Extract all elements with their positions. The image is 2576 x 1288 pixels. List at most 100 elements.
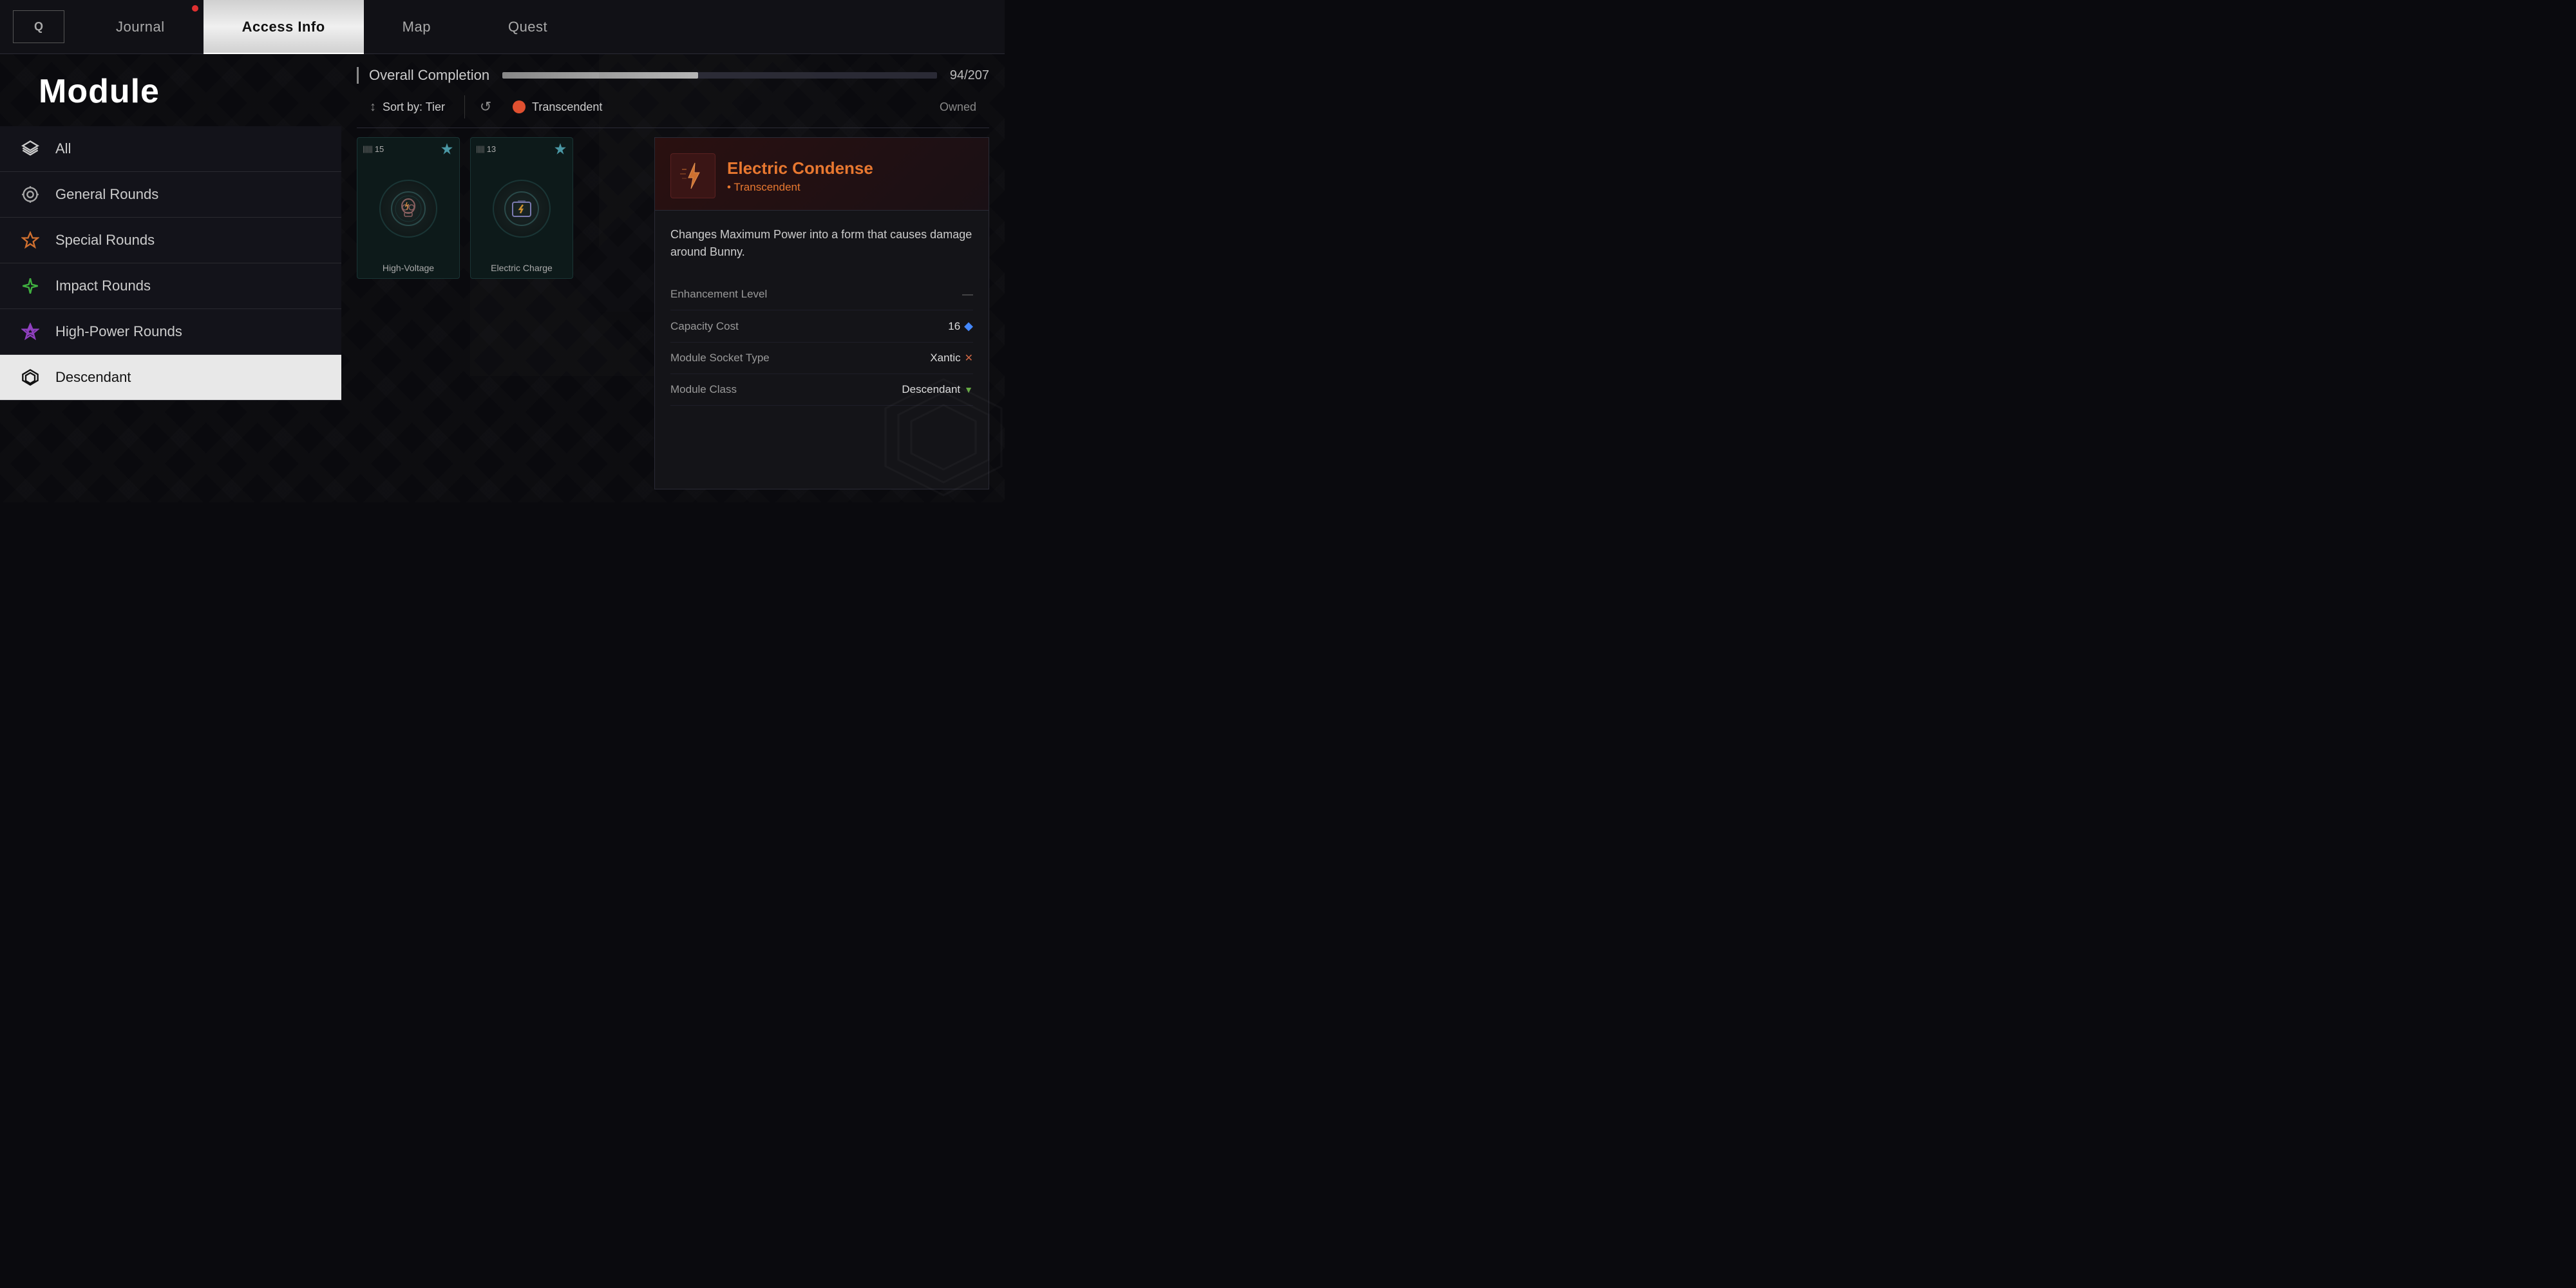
owned-filter-label: Owned [940, 100, 976, 113]
tier-icon-high-voltage [440, 142, 454, 156]
detail-header: Electric Condense Transcendent [655, 138, 989, 211]
highpower-rounds-icon [19, 321, 41, 343]
tab-quest[interactable]: Quest [469, 0, 586, 53]
nav-tabs: Journal Access Info Map Quest [77, 0, 1005, 53]
journal-notification-dot [192, 5, 198, 12]
card-header-high-voltage: ||||||| 15 [357, 138, 459, 160]
detail-body: Changes Maximum Power into a form that c… [655, 211, 989, 489]
detail-title: Electric Condense [727, 158, 973, 178]
module-card-high-voltage[interactable]: ||||||| 15 [357, 137, 460, 279]
tier-icon-electric-charge [553, 142, 567, 156]
sidebar-all-label: All [55, 140, 71, 157]
sort-text: Sort by: Tier [383, 100, 445, 114]
tab-access-info[interactable]: Access Info [204, 0, 364, 53]
module-card-electric-charge[interactable]: |||||| 13 [470, 137, 573, 279]
capacity-cost-value: 16 ◆ [948, 319, 973, 333]
completion-section: Overall Completion 94/207 [357, 67, 989, 84]
module-class-label: Module Class [670, 383, 737, 396]
sidebar-item-high-power-rounds[interactable]: High-Power Rounds [0, 309, 341, 355]
journal-tab-label: Journal [116, 19, 165, 35]
completion-bar-fill [502, 72, 698, 79]
detail-description: Changes Maximum Power into a form that c… [670, 226, 973, 261]
sidebar-item-all[interactable]: All [0, 126, 341, 172]
main-content: Module All [0, 54, 1005, 502]
content-inner: Overall Completion 94/207 ↕ Sort by: Tie… [341, 54, 1005, 502]
card-name-electric-charge: Electric Charge [486, 258, 558, 278]
sidebar-item-general-rounds[interactable]: General Rounds [0, 172, 341, 218]
sort-icon: ↕ [370, 100, 376, 115]
card-level-electric-charge: |||||| 13 [476, 144, 496, 154]
reset-icon: ↺ [480, 99, 491, 115]
q-button[interactable]: Q [13, 10, 64, 43]
card-art-electric-charge [471, 160, 573, 258]
capacity-cost-label: Capacity Cost [670, 320, 739, 333]
level-number-2: 13 [487, 144, 496, 154]
level-bars-icon: ||||||| [363, 144, 372, 153]
class-arrow-icon: ▼ [964, 384, 973, 395]
navigation-bar: Q Journal Access Info Map Quest [0, 0, 1005, 54]
level-bars-icon-2: |||||| [476, 144, 484, 153]
reset-button[interactable]: ↺ [471, 93, 500, 121]
card-header-electric-charge: |||||| 13 [471, 138, 573, 160]
detail-panel: Electric Condense Transcendent Changes M… [654, 137, 989, 489]
transcendent-filter-label: Transcendent [532, 100, 602, 114]
sort-button[interactable]: ↕ Sort by: Tier [357, 93, 458, 121]
stat-row-socket: Module Socket Type Xantic ✕ [670, 343, 973, 374]
detail-stats: Enhancement Level — Capacity Cost 16 ◆ [670, 279, 973, 406]
level-number: 15 [375, 144, 384, 154]
enhancement-level-value: — [962, 288, 973, 301]
map-tab-label: Map [402, 19, 431, 35]
page-title: Module [0, 54, 341, 124]
sidebar-special-rounds-label: Special Rounds [55, 232, 155, 249]
capacity-drop-icon: ◆ [964, 319, 973, 333]
sidebar-menu: All General Rounds [0, 126, 341, 401]
completion-bar [502, 72, 937, 79]
socket-type-label: Module Socket Type [670, 352, 770, 365]
socket-type-value: Xantic ✕ [930, 352, 973, 365]
card-art-high-voltage [357, 160, 459, 258]
layers-icon [19, 138, 41, 160]
sidebar-item-descendant[interactable]: Descendant [0, 355, 341, 401]
cards-and-detail: ||||||| 15 [357, 137, 989, 489]
module-image-electric-charge [493, 180, 551, 238]
completion-count: 94/207 [950, 68, 989, 83]
quest-tab-label: Quest [508, 19, 547, 35]
sidebar-high-power-rounds-label: High-Power Rounds [55, 323, 182, 340]
owned-filter-button[interactable]: Owned [927, 94, 989, 120]
transcendent-indicator [513, 100, 526, 113]
sidebar-impact-rounds-label: Impact Rounds [55, 278, 151, 294]
sidebar-general-rounds-label: General Rounds [55, 186, 158, 203]
socket-name: Xantic [930, 352, 960, 365]
right-content: Overall Completion 94/207 ↕ Sort by: Tie… [341, 54, 1005, 502]
general-rounds-icon [19, 184, 41, 205]
tab-map[interactable]: Map [364, 0, 469, 53]
card-name-high-voltage: High-Voltage [377, 258, 439, 278]
sidebar-descendant-label: Descendant [55, 369, 131, 386]
access-info-tab-label: Access Info [242, 19, 325, 35]
q-label: Q [34, 20, 43, 33]
sidebar-item-special-rounds[interactable]: Special Rounds [0, 218, 341, 263]
detail-subtitle: Transcendent [727, 181, 973, 194]
enhancement-level-label: Enhancement Level [670, 288, 767, 301]
impact-rounds-icon [19, 275, 41, 297]
module-class-value: Descendant ▼ [902, 383, 973, 396]
descendant-icon [19, 366, 41, 388]
filter-divider [464, 95, 465, 118]
completion-label: Overall Completion [369, 67, 489, 84]
capacity-number: 16 [948, 320, 960, 333]
stat-row-capacity: Capacity Cost 16 ◆ [670, 310, 973, 343]
transcendent-filter-button[interactable]: Transcendent [500, 94, 615, 120]
detail-module-icon [670, 153, 715, 198]
stat-row-enhancement: Enhancement Level — [670, 279, 973, 310]
sidebar-item-impact-rounds[interactable]: Impact Rounds [0, 263, 341, 309]
tab-journal[interactable]: Journal [77, 0, 204, 53]
card-level-high-voltage: ||||||| 15 [363, 144, 384, 154]
sidebar: Module All [0, 54, 341, 502]
xantic-icon: ✕ [965, 352, 973, 365]
special-rounds-icon [19, 229, 41, 251]
detail-title-area: Electric Condense Transcendent [727, 158, 973, 194]
stat-row-class: Module Class Descendant ▼ [670, 374, 973, 406]
module-image-high-voltage [379, 180, 437, 238]
class-name: Descendant [902, 383, 960, 396]
filter-bar: ↕ Sort by: Tier ↺ Transcendent Owned [357, 93, 989, 128]
